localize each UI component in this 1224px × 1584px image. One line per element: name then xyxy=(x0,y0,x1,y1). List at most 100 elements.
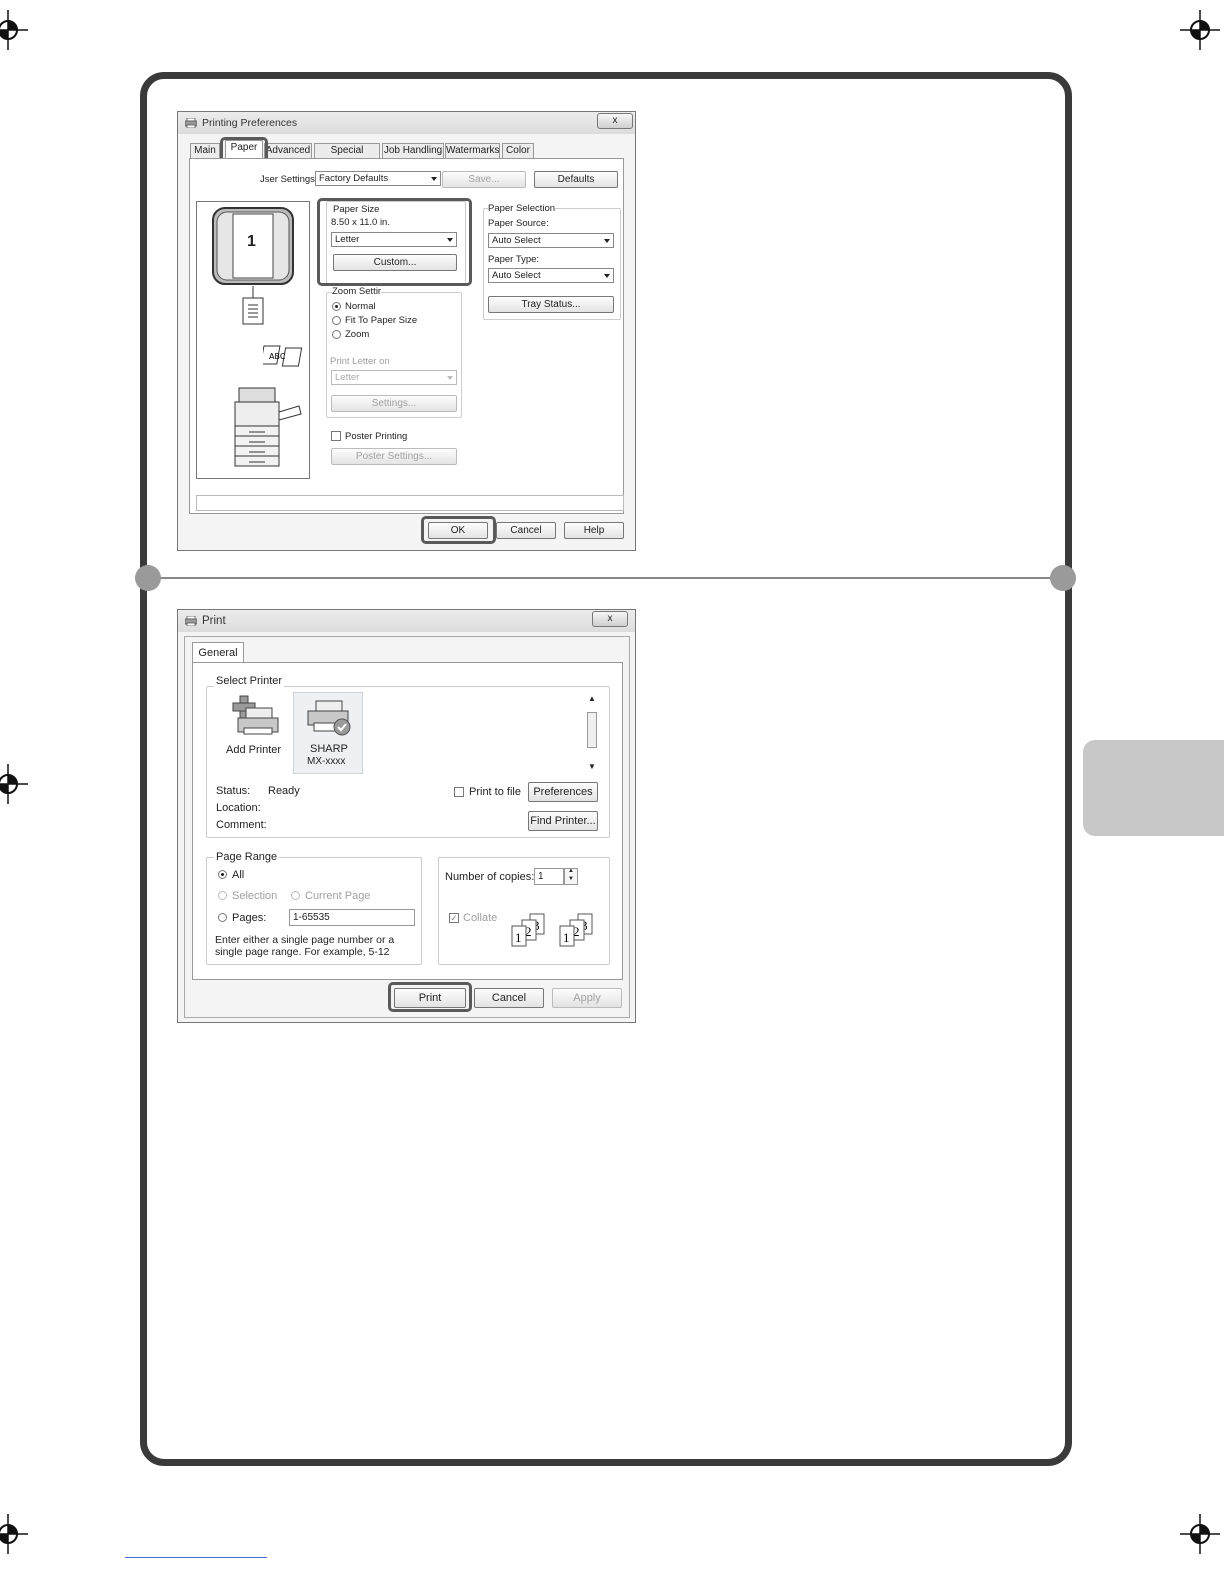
status-value: Ready xyxy=(268,785,300,797)
range-all-label: All xyxy=(232,869,245,881)
user-settings-select[interactable]: Factory Defaults xyxy=(315,171,441,186)
settings-button[interactable]: Settings... xyxy=(331,395,457,412)
step-divider xyxy=(147,577,1065,579)
location-label: Location: xyxy=(216,802,261,814)
range-selection-radio[interactable] xyxy=(218,891,227,900)
copies-input[interactable]: 1 xyxy=(534,868,564,885)
printing-preferences-dialog: Printing Preferences x Main Paper Advanc… xyxy=(177,111,636,551)
collate-checkbox[interactable]: ✓ xyxy=(449,913,459,923)
divider-dot-left xyxy=(135,565,161,591)
range-pages-label: Pages: xyxy=(232,912,267,924)
print-to-file-checkbox[interactable] xyxy=(454,787,464,797)
zoom-fit-radio[interactable] xyxy=(332,316,341,325)
range-current-page-radio[interactable] xyxy=(291,891,300,900)
zoom-normal-label: Normal xyxy=(345,301,376,312)
add-printer-item[interactable]: Add Printer xyxy=(222,694,288,774)
user-settings-label: Jser Settings: xyxy=(260,174,318,185)
poster-printing-checkbox[interactable] xyxy=(331,431,341,441)
svg-text:ABC: ABC xyxy=(269,352,286,361)
preview-pane: 1 ABC xyxy=(196,201,310,479)
range-all-radio[interactable] xyxy=(218,870,227,879)
scroll-up-icon[interactable]: ▲ xyxy=(588,694,596,703)
sharp-printer-item[interactable]: SHARP MX-xxxx xyxy=(293,692,363,774)
chapter-tab xyxy=(1083,740,1224,836)
comment-label: Comment: xyxy=(216,819,267,831)
tab-general[interactable]: General xyxy=(192,642,244,663)
tab-job-handling[interactable]: Job Handling xyxy=(382,143,444,158)
apply-button[interactable]: Apply xyxy=(552,988,622,1008)
scroll-down-icon[interactable]: ▼ xyxy=(588,762,596,771)
tab-color[interactable]: Color xyxy=(502,143,534,158)
paper-type-label: Paper Type: xyxy=(488,254,540,265)
print-letter-on-select[interactable]: Letter xyxy=(331,370,457,385)
printer-model: MX-xxxx xyxy=(307,756,346,767)
save-button[interactable]: Save... xyxy=(442,171,526,188)
registration-mark-top-left xyxy=(0,10,28,50)
zoom-zoom-radio[interactable] xyxy=(332,330,341,339)
poster-printing-label: Poster Printing xyxy=(345,431,408,442)
add-printer-label: Add Printer xyxy=(226,744,282,756)
registration-mark-bottom-right xyxy=(1180,1514,1220,1554)
paper-source-select[interactable]: Auto Select xyxy=(488,233,614,248)
document-icon xyxy=(242,286,264,325)
dialog-title: Print xyxy=(202,615,226,627)
zoom-normal-radio[interactable] xyxy=(332,302,341,311)
select-printer-title: Select Printer xyxy=(214,675,285,687)
tray-status-button[interactable]: Tray Status... xyxy=(488,296,614,313)
printer-list-scrollbar[interactable]: ▲ ▼ xyxy=(586,694,598,774)
cancel-button[interactable]: Cancel xyxy=(496,522,556,539)
preferences-button[interactable]: Preferences xyxy=(528,782,598,802)
spin-down-icon[interactable]: ▼ xyxy=(568,876,574,882)
close-icon: x xyxy=(607,613,613,624)
poster-settings-button[interactable]: Poster Settings... xyxy=(331,448,457,465)
pages-input[interactable]: 1-65535 xyxy=(289,909,415,926)
registration-mark-mid-left xyxy=(0,764,28,804)
title-bar: Printing Preferences x xyxy=(178,112,635,134)
paper-source-label: Paper Source: xyxy=(488,218,549,229)
help-button[interactable]: Help xyxy=(564,522,624,539)
defaults-button[interactable]: Defaults xyxy=(534,171,618,188)
copies-spinner[interactable]: ▲ ▼ xyxy=(564,868,578,885)
title-bar: Print x xyxy=(178,610,635,632)
tab-main[interactable]: Main xyxy=(190,143,220,158)
close-button[interactable]: x xyxy=(597,113,633,129)
zoom-settings-title: Zoom Settir xyxy=(332,286,382,297)
close-icon: x xyxy=(612,115,618,126)
print-letter-on-label: Print Letter on xyxy=(330,356,390,367)
printer-icon xyxy=(185,616,197,626)
zoom-zoom-label: Zoom xyxy=(345,329,370,340)
duplex-icon: ABC xyxy=(263,345,303,367)
cancel-button[interactable]: Cancel xyxy=(474,988,544,1008)
divider-dot-right xyxy=(1050,565,1076,591)
printer-name: SHARP xyxy=(310,743,348,755)
tab-special-modes[interactable]: Special Modes xyxy=(314,143,380,170)
preview-page-number: 1 xyxy=(247,233,256,250)
find-printer-button[interactable]: Find Printer... xyxy=(528,811,598,831)
registration-mark-top-right xyxy=(1180,10,1220,50)
page-range-title: Page Range xyxy=(214,851,280,863)
zoom-fit-label: Fit To Paper Size xyxy=(345,315,418,326)
paper-size-highlight xyxy=(317,198,472,286)
close-button[interactable]: x xyxy=(592,611,628,627)
footer-rule xyxy=(125,1557,267,1558)
paper-selection-title: Paper Selection xyxy=(488,203,556,214)
page-range-hint: Enter either a single page number or a s… xyxy=(215,934,395,958)
svg-text:1: 1 xyxy=(563,930,570,945)
print-to-file-label: Print to file xyxy=(469,786,521,798)
tab-advanced[interactable]: Advanced xyxy=(264,143,312,158)
collate-icon: 3 2 1 3 2 1 xyxy=(511,913,593,947)
tab-watermarks[interactable]: Watermarks xyxy=(445,143,500,158)
print-button-highlight xyxy=(388,982,472,1012)
range-selection-label: Selection xyxy=(232,890,278,902)
scroll-thumb[interactable] xyxy=(587,712,597,748)
collate-label: Collate xyxy=(463,912,498,924)
range-pages-radio[interactable] xyxy=(218,913,227,922)
svg-text:1: 1 xyxy=(515,930,522,945)
print-dialog: Print x General Select Printer Add Print… xyxy=(177,609,636,1023)
add-printer-icon xyxy=(232,695,279,735)
copies-label: Number of copies: xyxy=(445,871,535,883)
dialog-title: Printing Preferences xyxy=(202,117,298,129)
printer-image xyxy=(234,387,302,467)
spin-up-icon[interactable]: ▲ xyxy=(568,868,574,874)
paper-type-select[interactable]: Auto Select xyxy=(488,268,614,283)
